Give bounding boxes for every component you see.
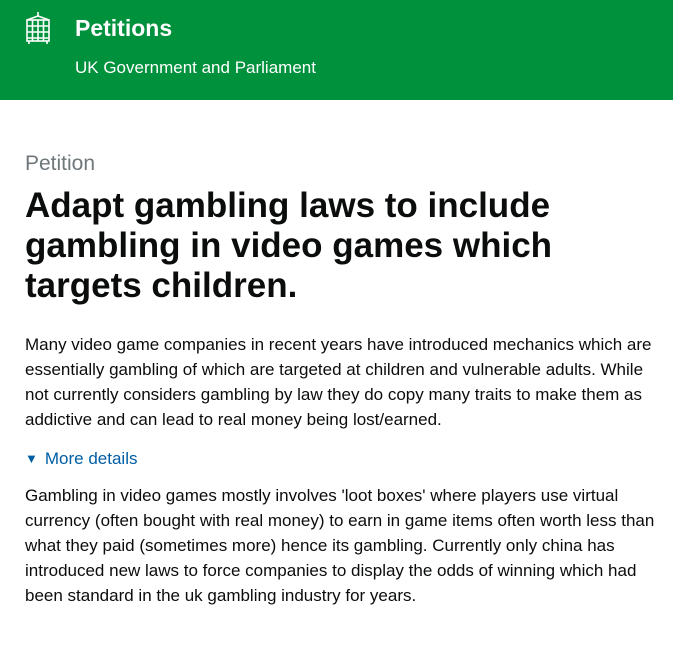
portcullis-icon[interactable] [24, 11, 52, 45]
site-title-link[interactable]: Petitions [75, 14, 172, 42]
more-details-label: More details [44, 449, 138, 468]
triangle-down-icon: ▼ [25, 451, 38, 466]
site-subtitle-link[interactable]: UK Government and Parliament [75, 58, 316, 78]
more-details-toggle[interactable]: ▼ More details [25, 446, 137, 472]
petition-label: Petition [25, 152, 96, 175]
petition-details: Gambling in video games mostly involves … [25, 486, 655, 605]
site-header: Petitions UK Government and Parliament [0, 0, 673, 100]
petition-summary: Many video game companies in recent year… [25, 335, 652, 429]
petition-content: Petition Adapt gambling laws to include … [25, 100, 655, 608]
petition-title: Adapt gambling laws to include gambling … [25, 186, 553, 305]
